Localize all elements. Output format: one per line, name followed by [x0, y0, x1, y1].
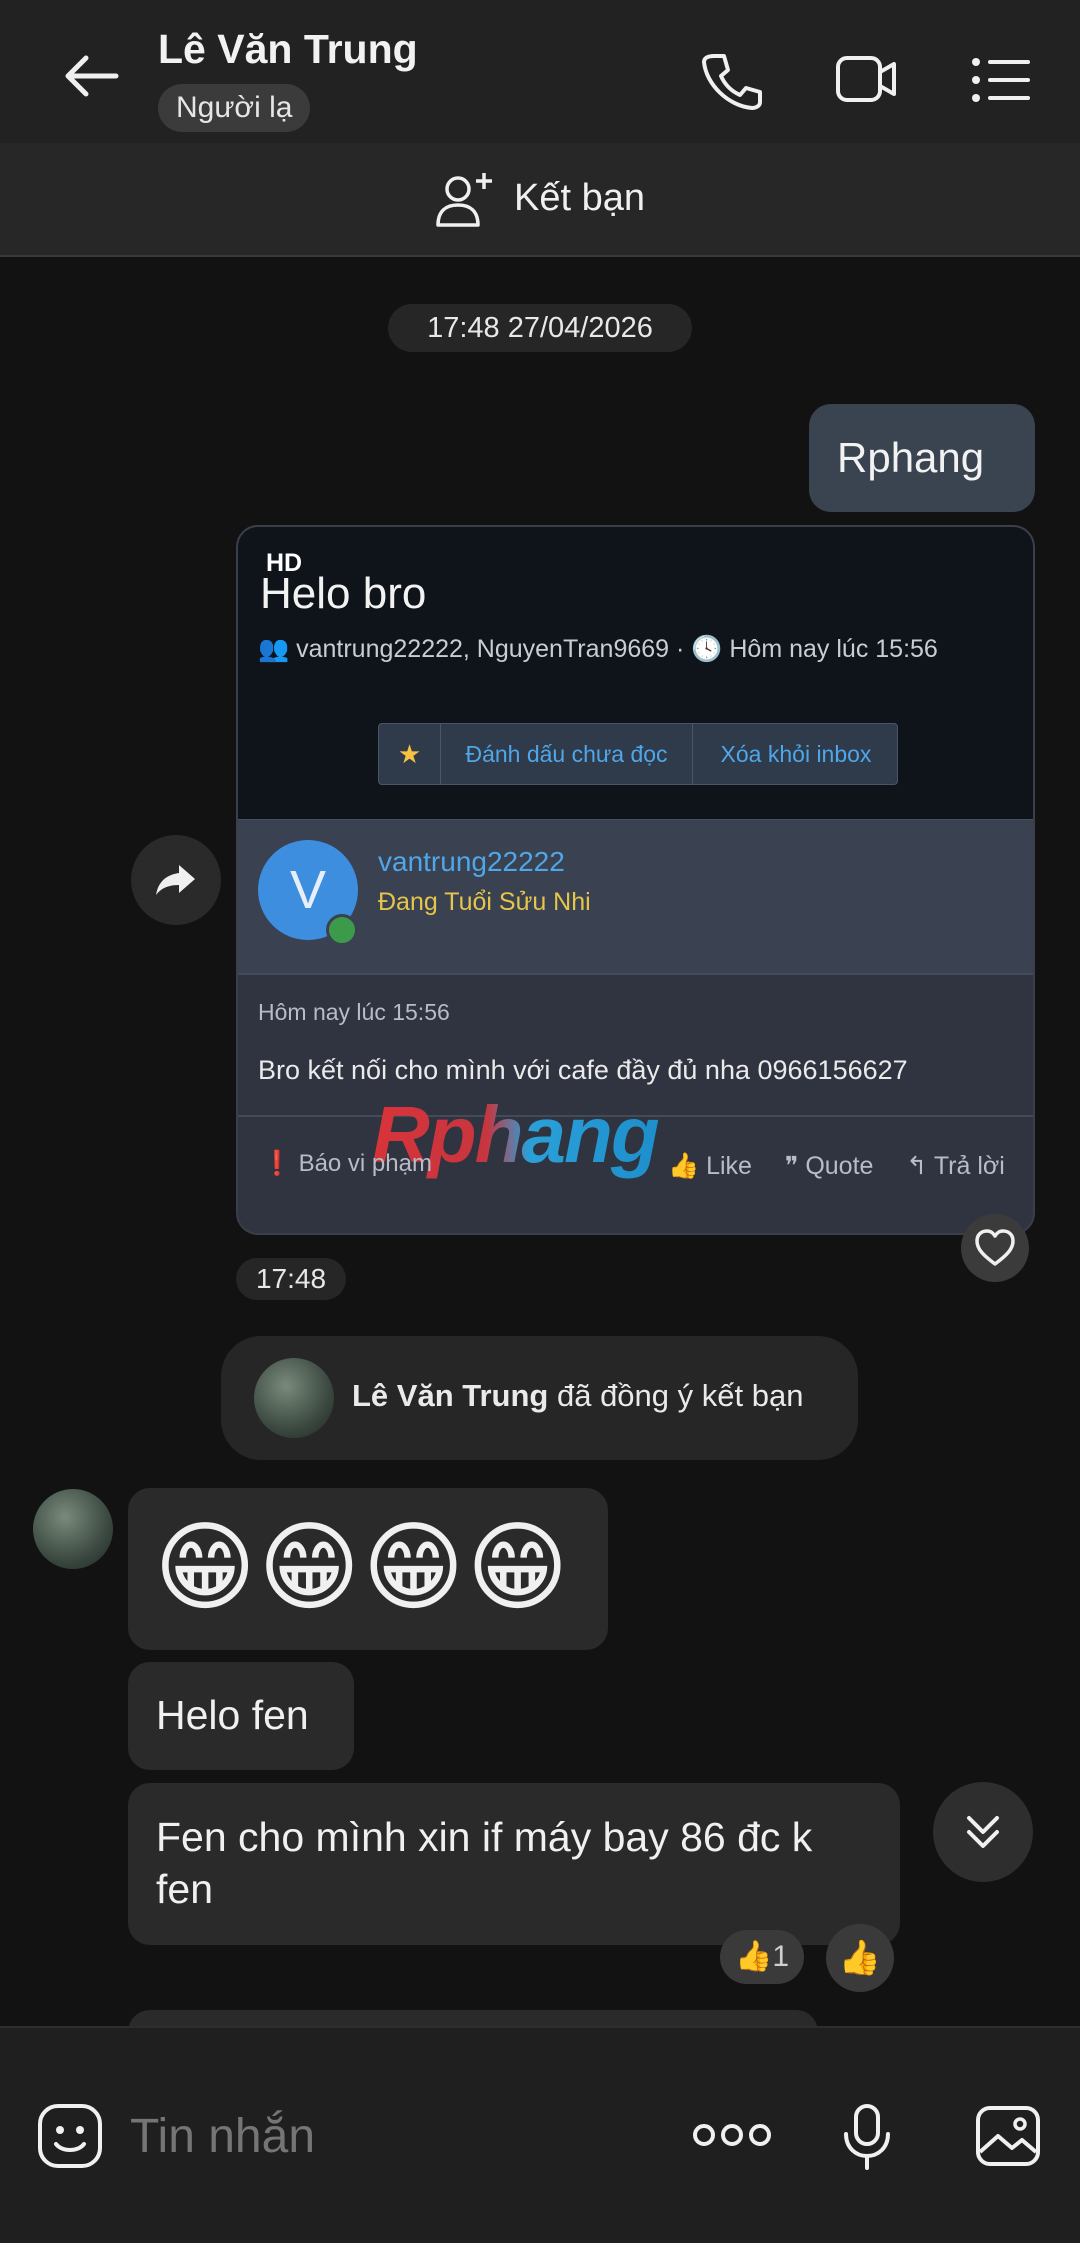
microphone-icon[interactable] — [832, 2100, 902, 2172]
back-arrow-icon[interactable] — [50, 40, 130, 120]
date-timestamp: 17:48 27/04/2026 — [388, 304, 692, 352]
scroll-to-bottom-button[interactable] — [933, 1782, 1033, 1882]
participants-icon: 👥 — [258, 635, 290, 663]
mark-unread-action: Đánh dấu chưa đọc — [441, 724, 693, 784]
thumbs-up-icon: 👍 — [734, 1940, 773, 1973]
message-text: Fen cho mình xin if máy bay 86 đc k fen — [156, 1811, 812, 1915]
online-status-icon — [326, 914, 358, 946]
post-actions: 👍 Like ❞ Quote ↰ Trả lời — [668, 1151, 1005, 1181]
more-options-icon[interactable] — [690, 2110, 774, 2160]
post-text: Bro kết nối cho mình với cafe đầy đủ nha… — [258, 1055, 908, 1085]
star-icon: ★ — [379, 724, 441, 784]
post-time: Hôm nay lúc 15:56 — [258, 999, 450, 1025]
notice-action: đã đồng ý kết bạn — [548, 1378, 804, 1413]
add-friend-bar[interactable]: Kết bạn — [0, 143, 1080, 257]
image-header-area: HD Helo bro 👥 vantrung22222, NguyenTran9… — [238, 527, 1033, 819]
stranger-badge: Người lạ — [158, 84, 311, 132]
contact-name[interactable]: Lê Văn Trung — [158, 26, 418, 73]
message-text: Helo fen — [156, 1692, 309, 1738]
reply-label: Trả lời — [933, 1152, 1005, 1180]
sender-avatar[interactable] — [33, 1489, 113, 1569]
quick-react-button[interactable]: 👍 — [826, 1924, 894, 1992]
image-gallery-icon[interactable] — [972, 2100, 1044, 2172]
message-line: Fen cho mình xin if máy bay 86 đc k — [156, 1814, 813, 1860]
post-body-area: Hôm nay lúc 15:56 Bro kết nối cho mình v… — [238, 973, 1033, 1233]
share-arrow-icon — [156, 865, 195, 895]
forward-button[interactable] — [131, 835, 221, 925]
thread-meta: 👥 vantrung22222, NguyenTran9669 · 🕓 Hôm … — [258, 635, 938, 664]
reaction-count: 1 — [772, 1940, 790, 1973]
message-emoji: 😁😁😁😁 — [154, 1512, 571, 1622]
message-line: fen — [156, 1866, 213, 1912]
reply-icon: ↰ — [906, 1152, 928, 1180]
remove-inbox-action: Xóa khỏi inbox — [720, 741, 872, 767]
message-input-bar — [0, 2026, 1080, 2243]
video-call-icon[interactable] — [826, 40, 906, 120]
author-username: vantrung22222 — [378, 846, 565, 877]
friend-accepted-notice: Lê Văn Trung đã đồng ý kết bạn — [221, 1336, 858, 1460]
double-chevron-down-icon — [967, 1816, 999, 1848]
thread-action-bar: ★ Đánh dấu chưa đọc Xóa khỏi inbox — [378, 723, 898, 785]
forwarded-image[interactable]: HD Helo bro 👥 vantrung22222, NguyenTran9… — [236, 525, 1035, 1235]
message-input[interactable] — [130, 2098, 650, 2174]
author-title: Đang Tuổi Sửu Nhi — [378, 888, 591, 916]
thread-participants: vantrung22222, NguyenTran9669 · — [296, 635, 692, 663]
message-bubble[interactable]: 😁😁😁😁 — [128, 1488, 608, 1650]
clock-icon: 🕓 — [691, 635, 723, 663]
thumbs-up-icon: 👍 — [838, 1939, 882, 1977]
reaction-count-badge[interactable]: 👍1 — [720, 1930, 804, 1984]
list-menu-icon[interactable] — [960, 40, 1040, 120]
like-icon: 👍 — [668, 1152, 700, 1180]
my-message-bubble[interactable]: Rphang — [809, 404, 1035, 512]
heart-icon — [975, 1229, 1015, 1266]
add-friend-icon — [436, 173, 492, 227]
message-bubble[interactable]: Helo fen — [128, 1662, 354, 1770]
quote-icon: ❞ — [784, 1152, 799, 1180]
message-bubble[interactable]: Fen cho mình xin if máy bay 86 đc k fen — [128, 1783, 900, 1945]
sticker-icon[interactable] — [34, 2100, 106, 2172]
phone-icon[interactable] — [690, 40, 770, 120]
avatar — [254, 1358, 334, 1438]
thread-title: Helo bro — [260, 569, 427, 618]
notice-text: Lê Văn Trung đã đồng ý kết bạn — [352, 1378, 803, 1414]
chat-header: Lê Văn Trung Người lạ — [0, 0, 1080, 143]
quote-label: Quote — [805, 1152, 874, 1180]
react-heart-button[interactable] — [961, 1214, 1029, 1282]
image-timestamp: 17:48 — [236, 1258, 346, 1300]
thread-time: Hôm nay lúc 15:56 — [729, 635, 938, 663]
alert-icon: ❗ — [262, 1150, 292, 1177]
add-friend-label: Kết bạn — [514, 177, 645, 219]
report-link: ❗ Báo vi phạm — [262, 1149, 432, 1178]
report-label: Báo vi phạm — [298, 1150, 432, 1177]
post-author-area: V vantrung22222 Đang Tuổi Sửu Nhi — [238, 819, 1033, 973]
like-label: Like — [706, 1152, 752, 1180]
notice-name: Lê Văn Trung — [352, 1378, 549, 1413]
